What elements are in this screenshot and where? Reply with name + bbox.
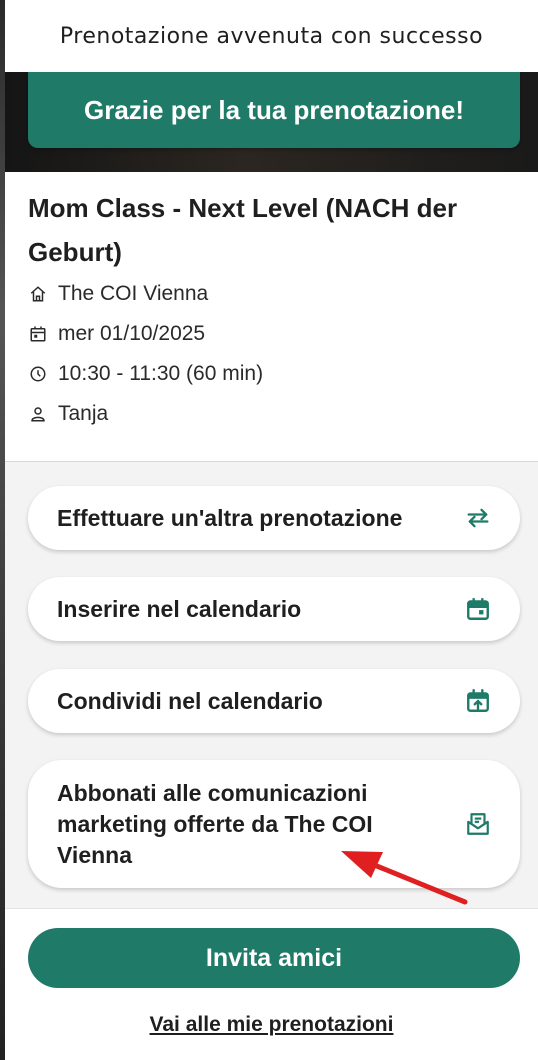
person-icon bbox=[28, 404, 48, 424]
calendar-icon bbox=[464, 595, 492, 623]
class-info: Mom Class - Next Level (NACH der Geburt)… bbox=[5, 172, 538, 462]
location-text: The COI Vienna bbox=[58, 282, 209, 305]
page-title: Prenotazione avvenuta con successo bbox=[59, 23, 484, 49]
booking-confirmation-page: Prenotazione avvenuta con successo Grazi… bbox=[5, 0, 538, 1060]
share-calendar-button[interactable]: Condividi nel calendario bbox=[28, 669, 520, 733]
my-bookings-link[interactable]: Vai alle mie prenotazioni bbox=[5, 1013, 538, 1037]
class-title: Mom Class - Next Level (NACH der Geburt) bbox=[28, 193, 458, 267]
date-row: mer 01/10/2025 bbox=[28, 314, 515, 354]
calendar-share-icon bbox=[464, 687, 492, 715]
thank-you-text: Grazie per la tua prenotazione! bbox=[84, 94, 464, 125]
page-header: Prenotazione avvenuta con successo bbox=[5, 0, 538, 72]
bottom-bar: Invita amici Vai alle mie prenotazioni bbox=[5, 908, 538, 1060]
share-calendar-label: Condividi nel calendario bbox=[57, 687, 323, 714]
book-another-button[interactable]: Effettuare un'altra prenotazione bbox=[28, 486, 520, 550]
calendar-icon bbox=[28, 324, 48, 344]
repeat-icon bbox=[464, 504, 492, 532]
add-to-calendar-button[interactable]: Inserire nel calendario bbox=[28, 577, 520, 641]
marketing-subscribe-label: Abbonati alle comunicazioni marketing of… bbox=[57, 779, 373, 868]
clock-icon bbox=[28, 364, 48, 384]
invite-friends-button[interactable]: Invita amici bbox=[28, 928, 520, 988]
marketing-subscribe-button[interactable]: Abbonati alle comunicazioni marketing of… bbox=[28, 760, 520, 888]
home-icon bbox=[28, 284, 48, 304]
mail-subscribe-icon bbox=[464, 810, 492, 838]
instructor-text: Tanja bbox=[58, 402, 109, 425]
time-row: 10:30 - 11:30 (60 min) bbox=[28, 354, 515, 394]
thank-you-banner: Grazie per la tua prenotazione! bbox=[28, 72, 520, 148]
time-text: 10:30 - 11:30 (60 min) bbox=[58, 362, 264, 385]
actions-section: Effettuare un'altra prenotazione Inserir… bbox=[5, 462, 538, 908]
location-row: The COI Vienna bbox=[28, 274, 515, 314]
date-text: mer 01/10/2025 bbox=[58, 322, 206, 345]
book-another-label: Effettuare un'altra prenotazione bbox=[57, 504, 403, 531]
instructor-row: Tanja bbox=[28, 394, 515, 434]
add-to-calendar-label: Inserire nel calendario bbox=[57, 595, 302, 622]
